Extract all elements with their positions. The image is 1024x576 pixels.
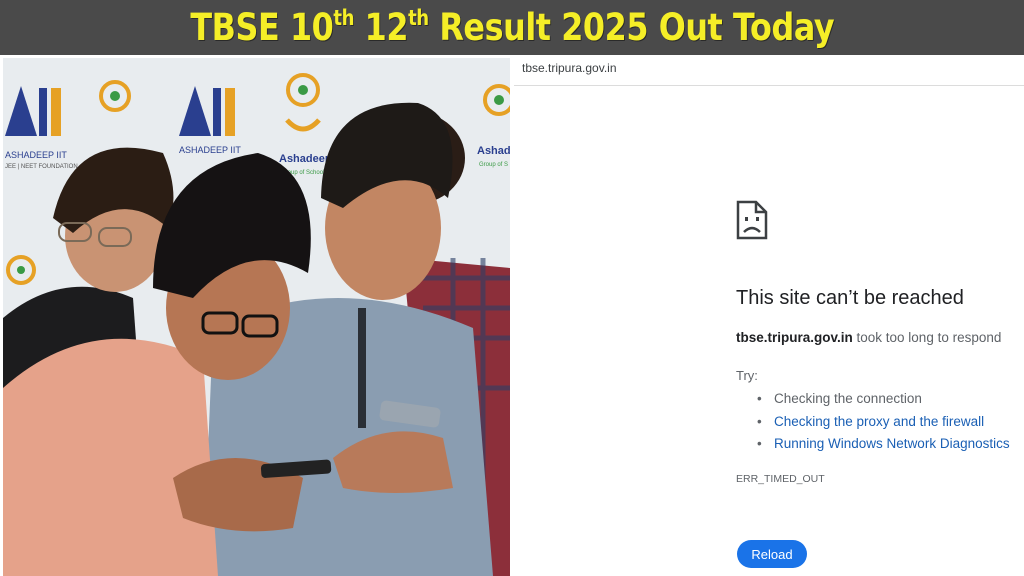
backdrop-text-ashadeep-2: Ashadeep bbox=[477, 145, 510, 157]
url-text[interactable]: tbse.tripura.gov.in bbox=[522, 61, 617, 75]
suggestion-check-connection: Checking the connection bbox=[774, 391, 922, 406]
browser-error-screenshot: tbse.tripura.gov.in This site can’t be r… bbox=[514, 58, 1024, 576]
error-description: tbse.tripura.gov.in took too long to res… bbox=[736, 330, 1001, 345]
backdrop-text-ashadeep-1: Ashadeep bbox=[279, 153, 332, 165]
suggestion-list: Checking the connection Checking the pro… bbox=[757, 388, 1010, 456]
error-code: ERR_TIMED_OUT bbox=[736, 473, 825, 485]
error-host: tbse.tripura.gov.in bbox=[736, 330, 853, 345]
backdrop-text-group-2: Group of S bbox=[479, 162, 508, 168]
error-desc-rest: took too long to respond bbox=[852, 330, 1002, 345]
address-bar[interactable]: tbse.tripura.gov.in bbox=[514, 58, 1024, 86]
headline-banner: TBSE 10th 12th Result 2025 Out Today bbox=[0, 0, 1024, 55]
students-photo: ASHADEEP IIT JEE | NEET FOUNDATION ASHAD… bbox=[3, 58, 510, 576]
backdrop-text-foundation-1: JEE | NEET FOUNDATION bbox=[5, 164, 78, 170]
suggestion-network-diagnostics-link[interactable]: Running Windows Network Diagnostics bbox=[774, 436, 1010, 451]
reload-button[interactable]: Reload bbox=[737, 540, 807, 568]
sad-document-icon bbox=[736, 200, 768, 240]
backdrop-text-ait-2: ASHADEEP IIT bbox=[179, 145, 241, 155]
suggestion-check-proxy-link[interactable]: Checking the proxy and the firewall bbox=[774, 414, 984, 429]
suggestion-item[interactable]: Running Windows Network Diagnostics bbox=[757, 433, 1010, 456]
suggestion-item[interactable]: Checking the proxy and the firewall bbox=[757, 411, 1010, 434]
backdrop-text-ait-1: ASHADEEP IIT bbox=[5, 150, 67, 160]
suggestion-item: Checking the connection bbox=[757, 388, 1010, 411]
headline-title: TBSE 10th 12th Result 2025 Out Today bbox=[190, 6, 834, 49]
try-label: Try: bbox=[736, 368, 758, 383]
error-title: This site can’t be reached bbox=[736, 287, 964, 309]
